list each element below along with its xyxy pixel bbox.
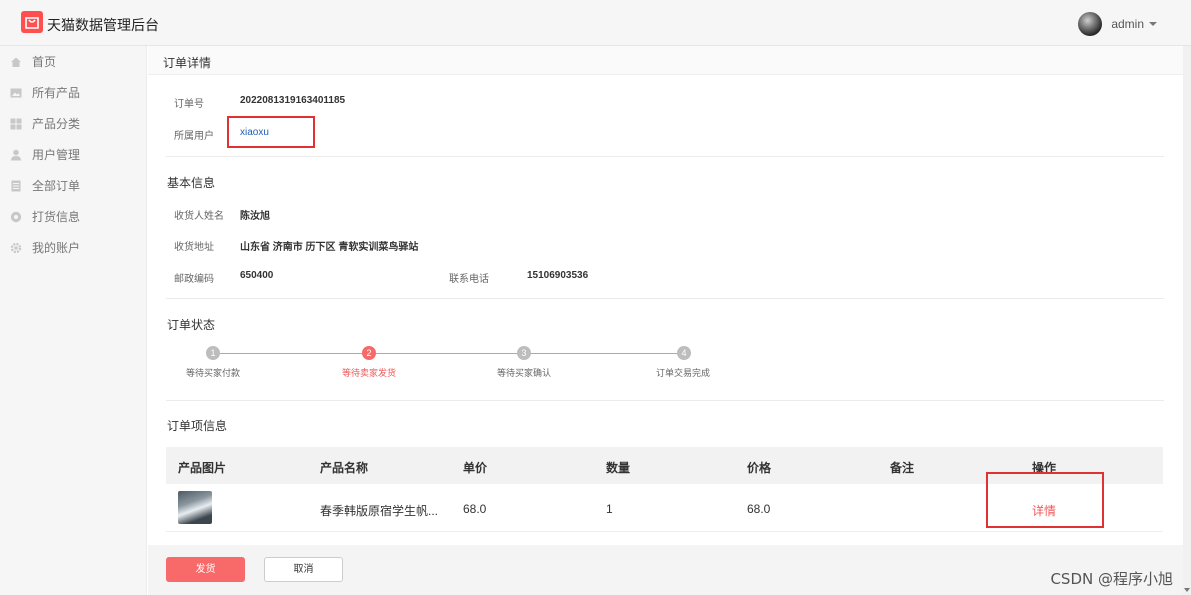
order-number: 2022081319163401185 [240, 95, 346, 106]
highlight-box-detail [986, 472, 1104, 528]
total-price: 68.0 [747, 502, 771, 516]
image-icon [10, 87, 22, 99]
home-icon [10, 56, 22, 68]
zip-label: 邮政编码 [174, 274, 214, 285]
order-user-label: 所属用户 [174, 131, 214, 142]
basic-info-title: 基本信息 [167, 176, 216, 190]
quantity: 1 [606, 502, 613, 516]
divider [166, 400, 1164, 401]
sidebar-item-my-account[interactable]: 我的账户 [0, 232, 147, 263]
sidebar-item-label: 产品分类 [32, 117, 81, 131]
column-header: 产品名称 [320, 461, 369, 475]
step-dot-1: 1 [206, 346, 220, 360]
highlight-box-user [227, 116, 315, 148]
user-icon [10, 149, 22, 161]
receiver-name-label: 收货人姓名 [174, 211, 224, 222]
order-items-title: 订单项信息 [167, 419, 228, 433]
receiver-name: 陈汝旭 [240, 211, 270, 222]
sidebar-item-shipping-info[interactable]: 打货信息 [0, 201, 147, 232]
shopping-bag-logo-icon [21, 11, 43, 33]
sidebar-item-categories[interactable]: 产品分类 [0, 108, 147, 139]
panel-title: 订单详情 [163, 56, 212, 70]
gear-icon [10, 242, 22, 254]
panel-header: 订单详情 [148, 46, 1183, 75]
top-header: 天猫数据管理后台 admin [0, 0, 1191, 46]
column-header: 备注 [890, 461, 915, 475]
username[interactable]: admin [1111, 17, 1144, 31]
sidebar-item-users[interactable]: 用户管理 [0, 139, 147, 170]
step-label-1: 等待买家付款 [186, 368, 241, 378]
scrollbar[interactable] [1183, 46, 1191, 595]
column-header: 数量 [606, 461, 631, 475]
phone: 15106903536 [527, 270, 589, 281]
address: 山东省 济南市 历下区 青软实训菜鸟驿站 [240, 242, 419, 253]
column-header: 价格 [747, 461, 772, 475]
list-icon [10, 180, 22, 192]
divider [166, 156, 1164, 157]
order-status-title: 订单状态 [167, 318, 216, 332]
grid-icon [10, 118, 22, 130]
avatar[interactable] [1078, 12, 1103, 36]
sidebar-item-all-products[interactable]: 所有产品 [0, 77, 147, 108]
address-label: 收货地址 [174, 242, 214, 253]
phone-label: 联系电话 [449, 274, 489, 285]
sidebar-item-label: 全部订单 [32, 179, 81, 193]
sidebar-item-label: 我的账户 [32, 241, 81, 255]
watermark: CSDN @程序小旭 [1050, 570, 1173, 588]
column-header: 产品图片 [178, 461, 227, 475]
footer-bar: 发货 取消 [148, 545, 1183, 595]
zip-code: 650400 [240, 270, 274, 281]
step-label-3: 等待买家确认 [497, 368, 552, 378]
ship-button[interactable]: 发货 [166, 557, 245, 582]
order-number-label: 订单号 [174, 99, 204, 110]
scroll-down-icon[interactable] [1184, 588, 1190, 592]
app-title: 天猫数据管理后台 [47, 17, 159, 33]
step-label-2: 等待卖家发货 [342, 368, 397, 378]
column-header: 单价 [463, 461, 488, 475]
product-name: 春季韩版原宿学生帆... [320, 504, 439, 518]
product-thumbnail[interactable] [178, 491, 212, 524]
step-dot-2: 2 [362, 346, 376, 360]
chevron-down-icon[interactable] [1149, 22, 1157, 26]
user-menu[interactable]: admin [1078, 12, 1157, 36]
sidebar-item-label: 用户管理 [32, 148, 81, 162]
step-dot-3: 3 [517, 346, 531, 360]
main-content: 订单详情 订单号 2022081319163401185 所属用户 xiaoxu… [148, 46, 1183, 595]
sidebar: 首页 所有产品 产品分类 用户管理 全部订单 打货信息 我的账户 [0, 46, 147, 595]
dot-circle-icon [10, 211, 22, 223]
progress-line [220, 353, 678, 354]
unit-price: 68.0 [463, 502, 487, 516]
sidebar-item-home[interactable]: 首页 [0, 46, 147, 77]
step-label-4: 订单交易完成 [656, 368, 711, 378]
sidebar-item-label: 打货信息 [32, 210, 81, 224]
divider [166, 298, 1164, 299]
step-dot-4: 4 [677, 346, 691, 360]
cancel-button[interactable]: 取消 [264, 557, 343, 582]
sidebar-item-label: 所有产品 [32, 86, 81, 100]
sidebar-item-orders[interactable]: 全部订单 [0, 170, 147, 201]
sidebar-item-label: 首页 [32, 55, 57, 69]
